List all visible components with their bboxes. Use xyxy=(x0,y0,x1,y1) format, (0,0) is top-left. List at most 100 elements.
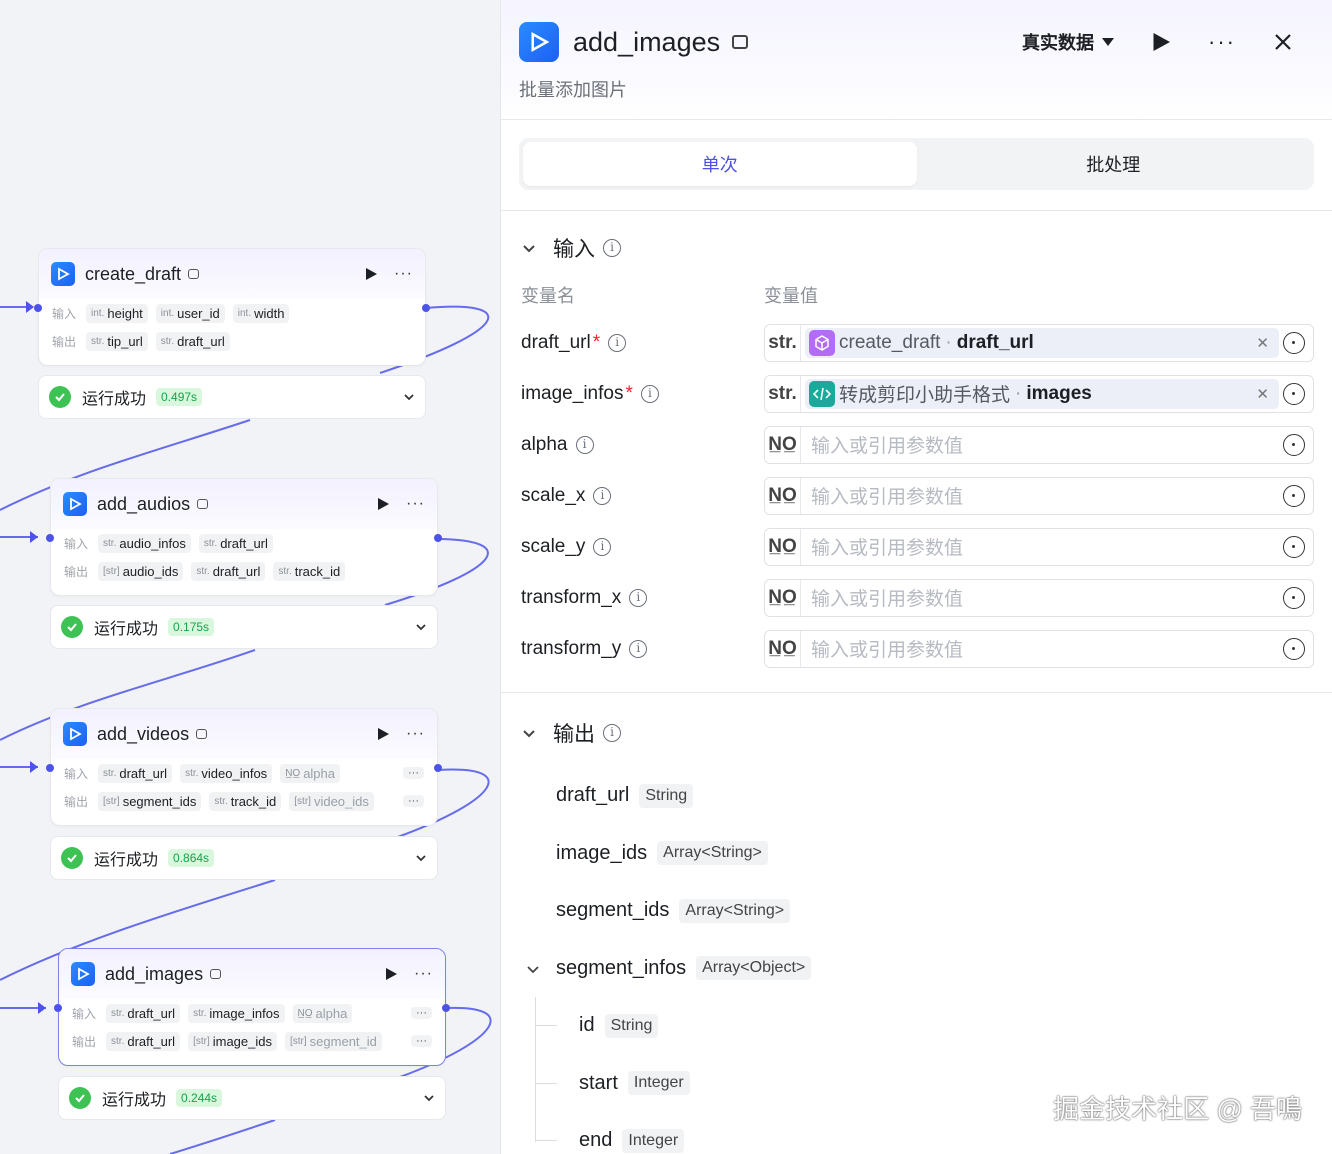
clear-icon[interactable]: ✕ xyxy=(1256,334,1269,352)
close-icon[interactable] xyxy=(1274,33,1292,51)
outputs-label: 输出 xyxy=(72,1034,97,1049)
info-icon[interactable]: i xyxy=(629,588,648,607)
node-add-images[interactable]: add_images ··· 输入 str. draft_url str. imag… xyxy=(54,948,450,1066)
tab-single[interactable]: 单次 xyxy=(523,142,917,186)
run-node-button[interactable] xyxy=(376,497,390,511)
param-input-placeholder[interactable]: 输入或引用参数值 xyxy=(801,635,1283,662)
param-value-field[interactable]: N̲O̲ 输入或引用参数值 xyxy=(764,629,1314,668)
param-input-placeholder[interactable]: 输入或引用参数值 xyxy=(801,431,1283,458)
run-time-badge: 0.864s xyxy=(168,849,215,867)
mode-tabs-wrap: 单次 批处理 xyxy=(501,120,1332,211)
info-icon[interactable]: i xyxy=(608,333,627,352)
output-chip: str. draft_url xyxy=(155,331,230,351)
node-run-status[interactable]: 运行成功 0.864s xyxy=(50,836,438,880)
type-indicator: str. xyxy=(765,324,801,361)
input-chip: str. image_infos xyxy=(188,1003,285,1023)
node-run-status[interactable]: 运行成功 0.244s xyxy=(58,1076,446,1120)
output-port[interactable] xyxy=(434,534,442,542)
input-port[interactable] xyxy=(46,534,54,542)
param-value-field[interactable]: str. 转成剪印小助手格式 · images ✕ xyxy=(764,374,1314,413)
node-detail-panel: add_images 真实数据 ··· 批量添加图片 单次 批处理 输入 i 变… xyxy=(500,0,1332,1154)
node-more-button[interactable]: ··· xyxy=(406,725,425,743)
info-icon[interactable]: i xyxy=(603,239,621,257)
node-more-button[interactable]: ··· xyxy=(406,495,425,513)
variable-picker-icon[interactable] xyxy=(1283,637,1305,660)
output-port[interactable] xyxy=(442,1004,450,1012)
info-icon[interactable]: i xyxy=(640,384,659,403)
param-input-placeholder[interactable]: 输入或引用参数值 xyxy=(801,482,1283,509)
input-chip: N̲O̲ alpha xyxy=(280,763,340,783)
output-name: id xyxy=(579,1014,595,1037)
info-icon[interactable]: i xyxy=(575,435,594,454)
input-port[interactable] xyxy=(46,764,54,772)
run-node-button[interactable] xyxy=(376,727,390,741)
output-name: end xyxy=(579,1129,613,1152)
param-value-field[interactable]: N̲O̲ 输入或引用参数值 xyxy=(764,425,1314,464)
clear-icon[interactable]: ✕ xyxy=(1256,385,1269,403)
node-run-status[interactable]: 运行成功 0.497s xyxy=(38,375,426,419)
input-section-header[interactable]: 输入 i xyxy=(501,228,1332,268)
tree-branch xyxy=(535,1140,557,1141)
param-value-field[interactable]: str. create_draft · draft_url ✕ xyxy=(764,323,1314,362)
param-value-field[interactable]: N̲O̲ 输入或引用参数值 xyxy=(764,578,1314,617)
workflow-canvas[interactable]: create_draft ··· 输入 int. height int. user_… xyxy=(0,0,500,1154)
more-button[interactable]: ··· xyxy=(1208,29,1236,55)
variable-picker-icon[interactable] xyxy=(1283,484,1305,507)
variable-picker-icon[interactable] xyxy=(1283,586,1305,609)
input-port[interactable] xyxy=(34,304,42,312)
output-chip: str. tip_url xyxy=(86,331,148,351)
output-port[interactable] xyxy=(434,764,442,772)
output-name: draft_url xyxy=(556,784,630,807)
run-node-button[interactable] xyxy=(384,967,398,981)
variable-picker-icon[interactable] xyxy=(1283,382,1305,405)
chevron-down-icon[interactable] xyxy=(423,1092,435,1104)
column-name-label: 变量名 xyxy=(521,286,575,306)
chevron-down-icon[interactable] xyxy=(415,852,427,864)
param-name: scale_x xyxy=(521,484,586,506)
node-add-videos[interactable]: add_videos ··· 输入 str. draft_url str. vide… xyxy=(46,708,442,826)
chevron-down-icon[interactable] xyxy=(525,961,541,977)
variable-picker-icon[interactable] xyxy=(1283,535,1305,558)
output-name: segment_infos xyxy=(556,956,687,979)
node-more-button[interactable]: ··· xyxy=(394,265,413,283)
output-section-header[interactable]: 输出 i xyxy=(501,713,1332,753)
data-mode-select[interactable]: 真实数据 xyxy=(1022,29,1115,55)
node-more-button[interactable]: ··· xyxy=(414,965,433,983)
more-outputs-button[interactable]: ··· xyxy=(403,795,424,807)
node-create-draft[interactable]: create_draft ··· 输入 int. height int. user_… xyxy=(34,248,430,366)
info-icon[interactable]: i xyxy=(629,639,648,658)
param-row-draft-url: draft_url * i str. create_draft · draft_ur… xyxy=(501,317,1332,368)
more-inputs-button[interactable]: ··· xyxy=(403,767,424,779)
node-add-audios[interactable]: add_audios ··· 输入 str. audio_infos str. dr… xyxy=(46,478,442,596)
plugin-tag-icon xyxy=(188,269,200,279)
variable-picker-icon[interactable] xyxy=(1283,433,1305,456)
input-port[interactable] xyxy=(54,1004,62,1012)
chevron-down-icon[interactable] xyxy=(403,391,415,403)
info-icon[interactable]: i xyxy=(603,724,621,742)
variable-reference[interactable]: create_draft · draft_url ✕ xyxy=(805,327,1279,358)
param-input-placeholder[interactable]: 输入或引用参数值 xyxy=(801,584,1283,611)
chevron-down-icon[interactable] xyxy=(521,240,537,256)
run-button[interactable] xyxy=(1152,33,1171,51)
node-title: add_images xyxy=(105,963,204,984)
type-indicator: N̲O̲ xyxy=(765,426,801,463)
info-icon[interactable]: i xyxy=(593,537,612,556)
run-node-button[interactable] xyxy=(364,267,378,281)
output-field-expandable[interactable]: segment_infos Array<Object> xyxy=(501,940,1332,998)
tab-batch[interactable]: 批处理 xyxy=(917,142,1311,186)
info-icon[interactable]: i xyxy=(593,486,612,505)
variable-reference[interactable]: 转成剪印小助手格式 · images ✕ xyxy=(805,378,1279,409)
chevron-down-icon[interactable] xyxy=(521,725,537,741)
node-run-status[interactable]: 运行成功 0.175s xyxy=(50,605,438,649)
more-outputs-button[interactable]: ··· xyxy=(411,1035,432,1047)
param-input-placeholder[interactable]: 输入或引用参数值 xyxy=(801,533,1283,560)
chevron-down-icon[interactable] xyxy=(415,621,427,633)
param-value-field[interactable]: N̲O̲ 输入或引用参数值 xyxy=(764,476,1314,515)
output-field: image_ids Array<String> xyxy=(501,825,1332,883)
output-type: Integer xyxy=(622,1128,685,1153)
more-inputs-button[interactable]: ··· xyxy=(411,1007,432,1019)
caret-down-icon xyxy=(1102,38,1115,46)
output-port[interactable] xyxy=(422,304,430,312)
variable-picker-icon[interactable] xyxy=(1283,331,1305,354)
param-value-field[interactable]: N̲O̲ 输入或引用参数值 xyxy=(764,527,1314,566)
